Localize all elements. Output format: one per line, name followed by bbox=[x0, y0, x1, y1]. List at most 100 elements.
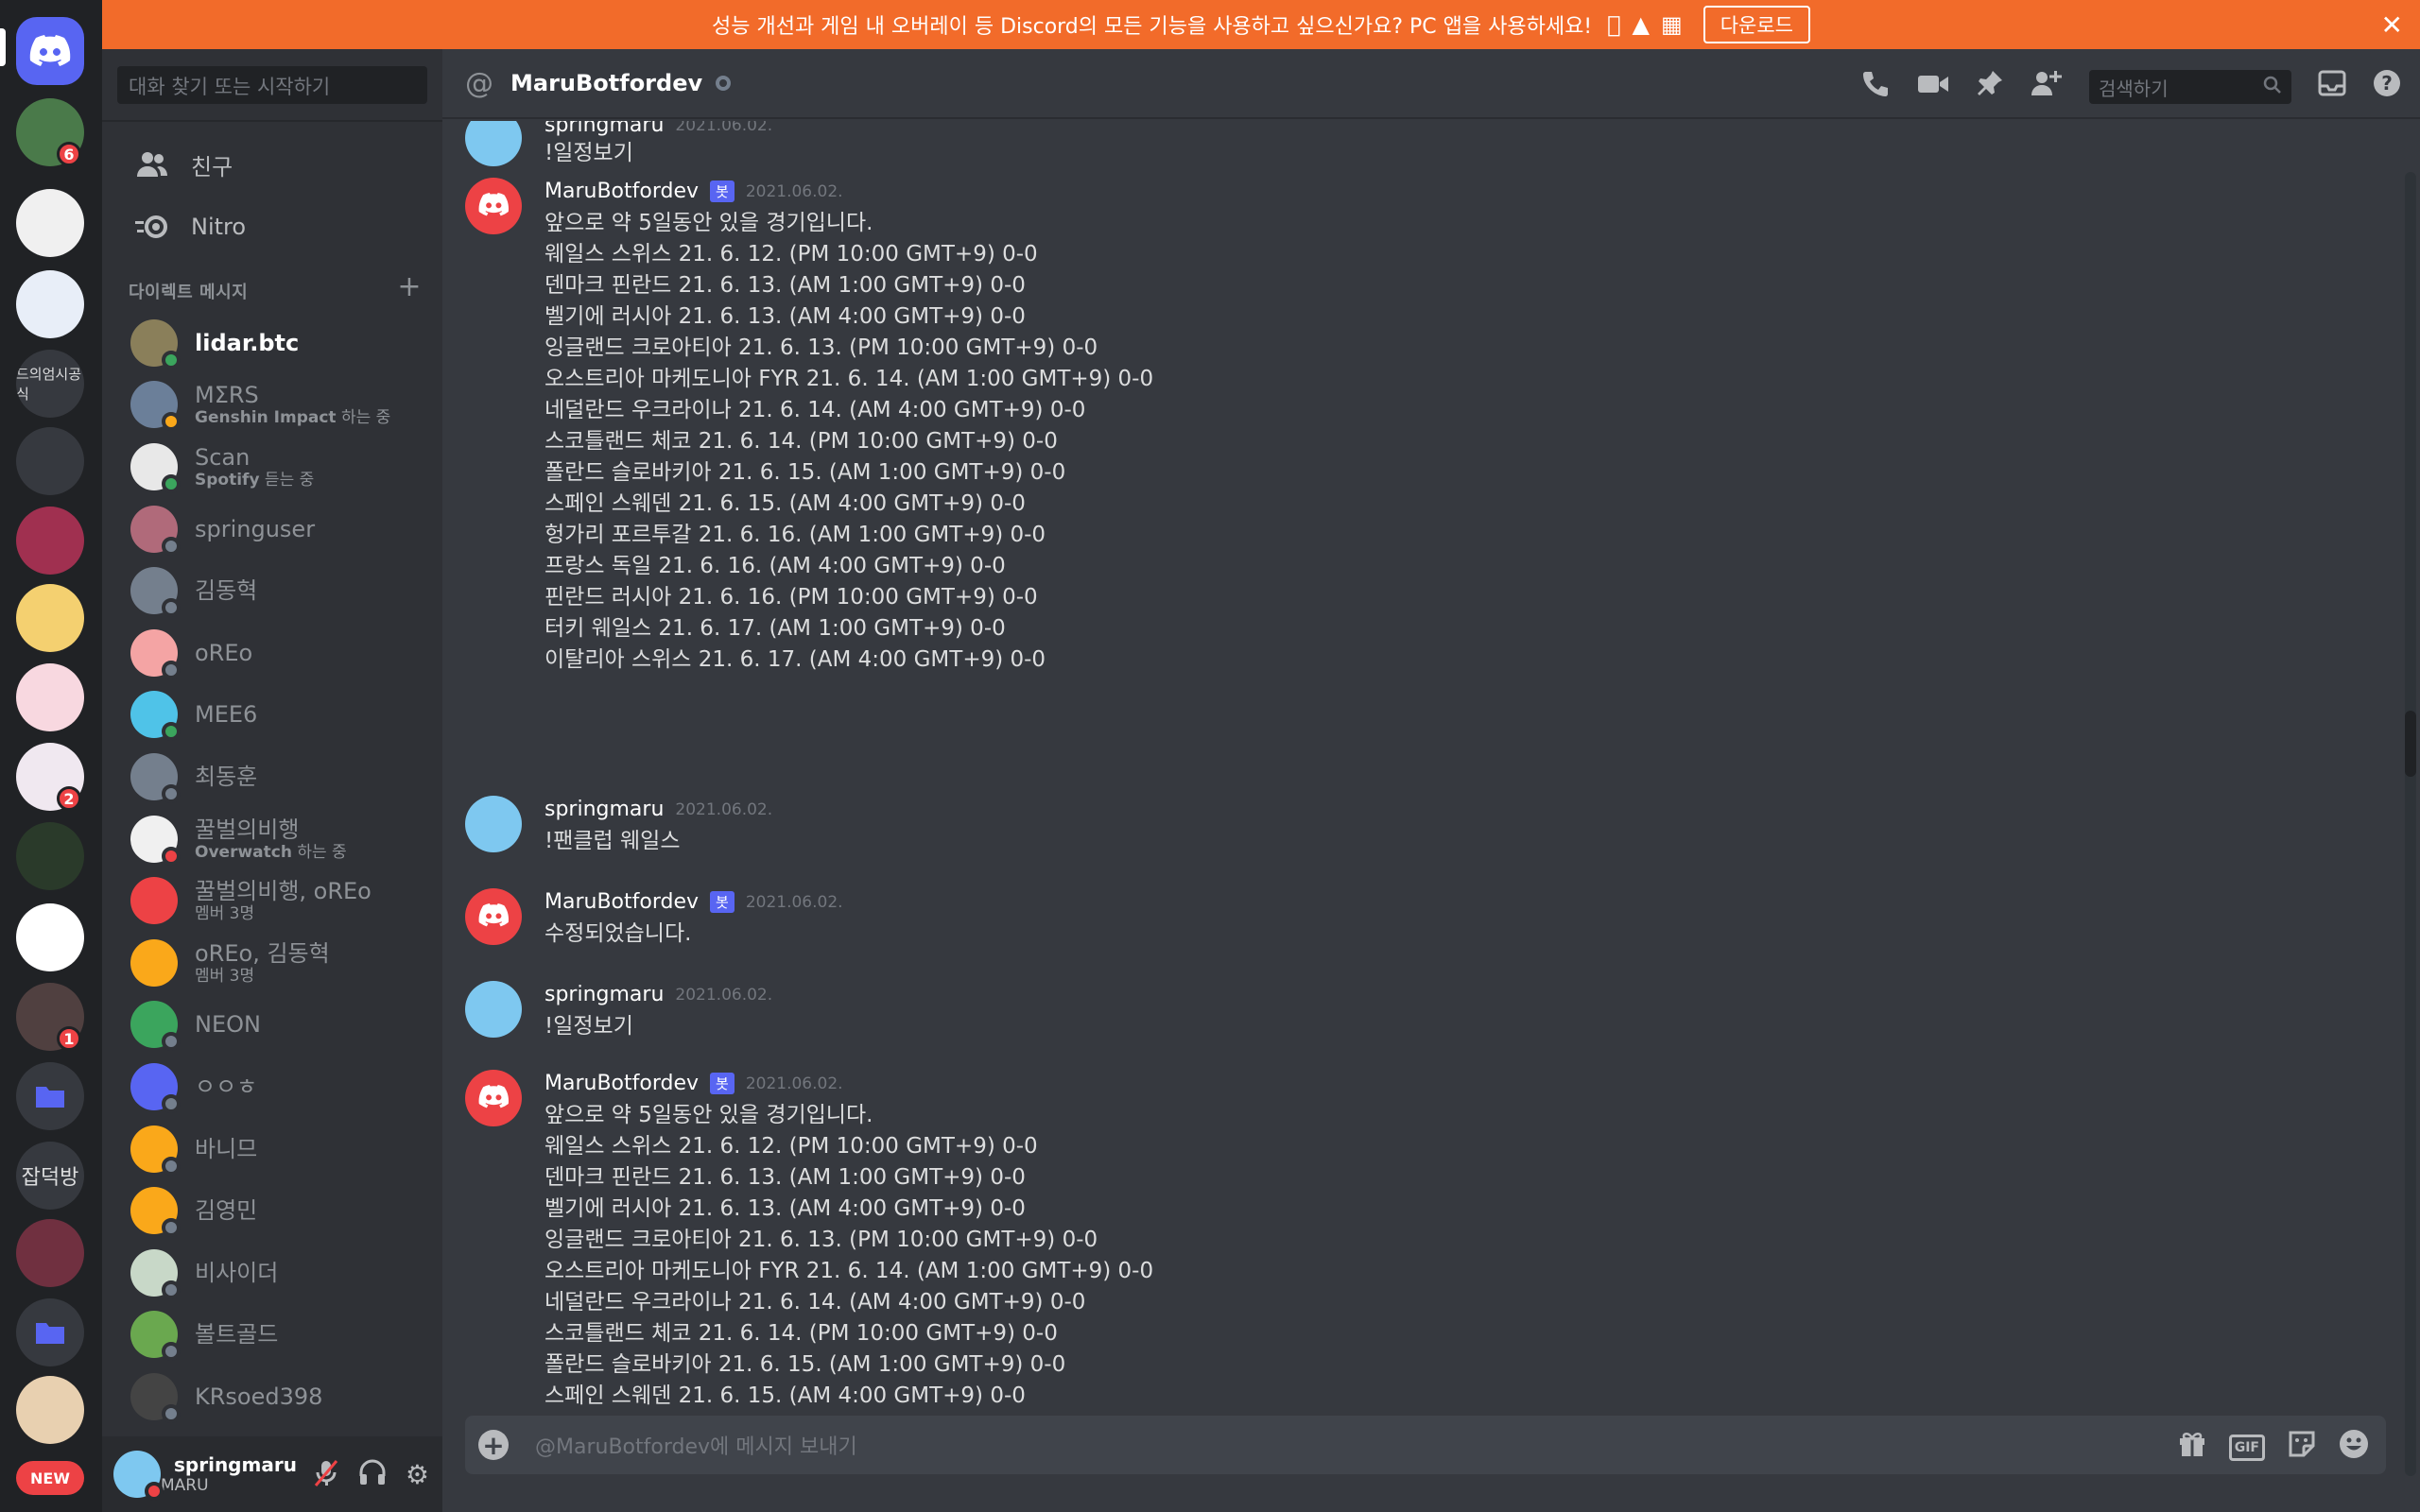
avatar[interactable] bbox=[465, 121, 522, 166]
voice-call-icon[interactable] bbox=[1860, 68, 1891, 106]
close-icon[interactable]: ✕ bbox=[2381, 9, 2403, 41]
guild-server-10[interactable] bbox=[16, 822, 84, 890]
avatar[interactable] bbox=[465, 178, 522, 234]
message-header: MaruBotfordev 봇 2021.06.02. bbox=[544, 890, 843, 914]
inbox-icon[interactable] bbox=[2318, 70, 2346, 104]
user-info[interactable]: springmaru MARU bbox=[161, 1453, 297, 1495]
message-author[interactable]: MaruBotfordev bbox=[544, 1072, 699, 1095]
dm-item[interactable]: Scan Spotify 듣는 중 bbox=[117, 436, 429, 498]
avatar[interactable] bbox=[113, 1451, 164, 1501]
dm-text: 비사이더 bbox=[195, 1260, 278, 1286]
guild-server-2[interactable] bbox=[16, 189, 84, 257]
pin-icon[interactable] bbox=[1976, 69, 2004, 105]
dm-item[interactable]: oREo bbox=[117, 622, 429, 684]
avatar bbox=[130, 1001, 181, 1052]
dm-item[interactable]: ㅇㅇㅎ bbox=[117, 1056, 429, 1118]
gift-icon[interactable] bbox=[2178, 1430, 2206, 1466]
guild-server-4[interactable]: 드의엄시공식 bbox=[16, 350, 84, 418]
avatar[interactable] bbox=[465, 1070, 522, 1126]
message-line: 스코틀랜드 체코 21. 6. 14. (PM 10:00 GMT+9) 0-0 bbox=[544, 429, 1058, 454]
message-author[interactable]: MaruBotfordev bbox=[544, 890, 699, 914]
create-dm-icon[interactable]: + bbox=[397, 273, 422, 303]
dm-item[interactable]: 꿀벌의비행, oREo 멤버 3명 bbox=[117, 869, 429, 932]
dm-item[interactable]: KRsoed398 bbox=[117, 1366, 429, 1428]
emoji-icon[interactable] bbox=[2339, 1429, 2369, 1467]
bot-badge: 봇 bbox=[710, 891, 735, 913]
status-on-icon bbox=[162, 350, 181, 369]
mention-badge: 6 bbox=[57, 142, 81, 166]
download-button[interactable]: 다운로드 bbox=[1703, 6, 1810, 43]
sticker-icon[interactable] bbox=[2288, 1430, 2316, 1466]
guild-server-6[interactable] bbox=[16, 507, 84, 575]
guild-server-3[interactable] bbox=[16, 270, 84, 338]
dm-sidebar: 대화 찾기 또는 시작하기 친구 Nitro 다이렉트 메시지 + lidar.… bbox=[102, 49, 442, 1512]
dm-name: 바니므 bbox=[195, 1135, 258, 1162]
add-friend-icon[interactable] bbox=[2031, 69, 2063, 105]
upload-plus-icon[interactable]: + bbox=[478, 1430, 509, 1461]
guild-home[interactable] bbox=[16, 17, 84, 85]
find-conversation-input[interactable]: 대화 찾기 또는 시작하기 bbox=[117, 66, 427, 104]
dm-item[interactable]: 바니므 bbox=[117, 1118, 429, 1180]
dm-name: springuser bbox=[195, 515, 316, 542]
avatar[interactable] bbox=[465, 888, 522, 945]
message-line: 핀란드 러시아 21. 6. 16. (PM 10:00 GMT+9) 0-0 bbox=[544, 585, 1038, 610]
dm-activity: Genshin Impact 하는 중 bbox=[195, 408, 390, 427]
guild-server-15[interactable] bbox=[16, 1376, 84, 1444]
headphones-icon[interactable] bbox=[358, 1459, 387, 1494]
guild-server-11[interactable] bbox=[16, 903, 84, 971]
guild-server-13[interactable]: 잡덕방 bbox=[16, 1142, 84, 1210]
dm-item[interactable]: MΣRS Genshin Impact 하는 중 bbox=[117, 374, 429, 437]
dm-item[interactable]: 최동훈 bbox=[117, 746, 429, 808]
avatar bbox=[130, 752, 181, 803]
message-line: !일정보기 bbox=[544, 1014, 633, 1039]
android-icon[interactable]: ▲ bbox=[1633, 11, 1650, 38]
help-icon[interactable]: ? bbox=[2373, 69, 2401, 105]
dm-item[interactable]: MEE6 bbox=[117, 684, 429, 747]
banner-text: 성능 개선과 게임 내 오버레이 등 Discord의 모든 기능을 사용하고 … bbox=[712, 15, 1593, 39]
avatar[interactable] bbox=[465, 981, 522, 1038]
message-line: 잉글랜드 크로아티아 21. 6. 13. (PM 10:00 GMT+9) 0… bbox=[544, 335, 1098, 360]
nav-friends[interactable]: 친구 bbox=[119, 136, 427, 193]
guild-folder-1[interactable] bbox=[16, 1062, 84, 1130]
dm-item[interactable]: 김동혁 bbox=[117, 559, 429, 622]
dm-item[interactable]: 김영민 bbox=[117, 1179, 429, 1242]
avatar[interactable] bbox=[465, 796, 522, 852]
guild-folder-2[interactable] bbox=[16, 1298, 84, 1366]
dm-item[interactable]: 비사이더 bbox=[117, 1242, 429, 1304]
scrollbar-thumb[interactable] bbox=[2405, 711, 2416, 777]
chat-scrollbar[interactable] bbox=[2405, 172, 2416, 1476]
avatar bbox=[130, 938, 178, 987]
mute-icon[interactable] bbox=[313, 1459, 339, 1494]
message-line: 헝가리 포르투갈 21. 6. 16. (AM 1:00 GMT+9) 0-0 bbox=[544, 523, 1046, 547]
guild-server-5[interactable] bbox=[16, 427, 84, 495]
message-author[interactable]: springmaru bbox=[544, 983, 664, 1006]
dm-item[interactable]: 꿀벌의비행 Overwatch 하는 중 bbox=[117, 808, 429, 870]
message-author[interactable]: springmaru bbox=[544, 798, 664, 821]
dm-item[interactable]: NEON bbox=[117, 994, 429, 1057]
header-search-input[interactable]: 검색하기 bbox=[2089, 70, 2291, 104]
gif-icon[interactable]: GIF bbox=[2228, 1435, 2265, 1461]
guild-server-8[interactable] bbox=[16, 663, 84, 731]
search-icon bbox=[2263, 76, 2282, 99]
guild-server-14[interactable] bbox=[16, 1219, 84, 1287]
message-composer[interactable]: + @MaruBotfordev에 메시지 보내기 GIF bbox=[465, 1416, 2386, 1474]
guild-server-7[interactable] bbox=[16, 584, 84, 652]
nav-nitro-label: Nitro bbox=[191, 214, 247, 240]
username: springmaru bbox=[174, 1453, 297, 1476]
dm-item[interactable]: 볼트골드 bbox=[117, 1304, 429, 1366]
apple-icon[interactable]:  bbox=[1607, 11, 1620, 38]
nav-nitro[interactable]: Nitro bbox=[119, 198, 427, 255]
windows-icon[interactable]: ▦ bbox=[1661, 11, 1683, 38]
message-line: 폴란드 슬로바키아 21. 6. 15. (AM 1:00 GMT+9) 0-0 bbox=[544, 460, 1066, 485]
message-input[interactable]: @MaruBotfordev에 메시지 보내기 bbox=[535, 1430, 857, 1460]
guild-server-16[interactable]: NEW bbox=[16, 1461, 84, 1495]
server-list: 6 드의엄시공식 2 1 잡덕방 NEW bbox=[0, 0, 102, 1512]
settings-gear-icon[interactable]: ⚙ bbox=[406, 1459, 429, 1494]
message-line: 스코틀랜드 체코 21. 6. 14. (PM 10:00 GMT+9) 0-0 bbox=[544, 1321, 1058, 1346]
dm-item[interactable]: oREo, 김동혁 멤버 3명 bbox=[117, 932, 429, 994]
dm-item[interactable]: springuser bbox=[117, 498, 429, 560]
dm-item[interactable]: lidar.btc bbox=[117, 312, 429, 374]
message-author[interactable]: MaruBotfordev bbox=[544, 180, 699, 203]
header-search-placeholder: 검색하기 bbox=[2099, 77, 2169, 100]
video-call-icon[interactable] bbox=[1917, 71, 1949, 104]
